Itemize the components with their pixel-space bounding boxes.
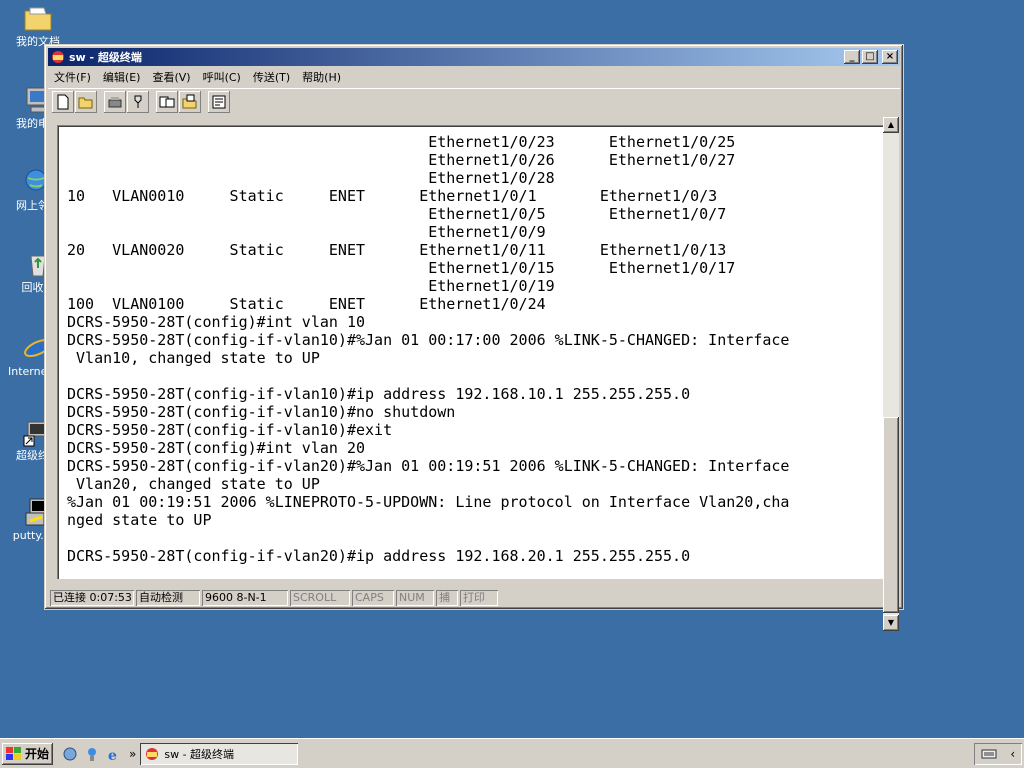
terminal-line: Ethernet1/0/23 Ethernet1/0/25 [67,133,736,151]
terminal-line: nged state to UP [67,511,212,529]
terminal-line: DCRS-5950-28T(config-if-vlan10)#no shutd… [67,403,456,421]
disconnect-icon [134,95,142,108]
status-detect: 自动检测 [136,590,200,606]
minimize-button[interactable]: _ [844,50,860,64]
windows-logo-icon [6,746,21,760]
status-capture: 捕 [436,590,458,606]
toolbar [48,88,900,114]
quicklaunch-desktop[interactable] [59,743,81,765]
hyperterminal-app-icon[interactable] [50,49,66,65]
close-button[interactable]: × [882,50,898,64]
send-file-icon [159,96,175,107]
terminal-line: 20 VLAN0020 Static ENET Ethernet1/0/11 E… [67,241,727,259]
quicklaunch-ie[interactable]: e [103,743,125,765]
terminal-line: DCRS-5950-28T(config-if-vlan10)#exit [67,421,393,439]
terminal-line: DCRS-5950-28T(config)#int vlan 20 [67,439,366,457]
menu-file[interactable]: 文件(F) [48,69,97,85]
tray-expand-icon[interactable]: ‹ [1010,747,1015,761]
scroll-thumb[interactable] [883,417,899,613]
scroll-down-button[interactable]: ▼ [883,615,899,631]
terminal-line: DCRS-5950-28T(config-if-vlan20)#ip addre… [67,547,691,565]
terminal-line: Vlan10, changed state to UP [67,349,320,367]
ie-icon: e [108,748,117,762]
media-icon [88,747,97,761]
quicklaunch-media[interactable] [81,743,103,765]
menu-call[interactable]: 呼叫(C) [197,69,247,85]
terminal-line: DCRS-5950-28T(config-if-vlan10)#%Jan 01 … [67,331,790,349]
start-label: 开始 [25,747,50,761]
terminal-line: Ethernet1/0/5 Ethernet1/0/7 [67,205,727,223]
window-title: sw - 超级终端 [69,51,142,64]
status-port-settings: 9600 8-N-1 [202,590,288,606]
svg-text:e: e [108,748,117,762]
terminal-line: Ethernet1/0/9 [67,223,546,241]
terminal-frame[interactable]: Ethernet1/0/23 Ethernet1/0/25 Ethernet1/… [57,125,885,579]
hyperterminal-window: sw - 超级终端 _ □ × 文件(F) 编辑(E) 查看(V) 呼叫(C) … [44,44,904,631]
quicklaunch-chevron[interactable]: » [129,747,136,761]
new-file-icon [57,94,69,109]
terminal-line: %Jan 01 00:19:51 2006 %LINEPROTO-5-UPDOW… [67,493,790,511]
taskbar-item-label: sw - 超级终端 [164,747,235,761]
open-folder-icon [78,97,93,108]
status-bar: 已连接 0:07:53 自动检测 9600 8-N-1 SCROLL CAPS … [48,588,900,608]
taskbar: 开始 e » sw - 超级终端 ‹ [0,738,1024,768]
status-caps: CAPS [352,590,394,606]
disconnect-button[interactable] [127,91,149,113]
desktop-icon-my-documents[interactable]: 我的文档 [8,2,68,48]
call-button[interactable] [104,91,126,113]
receive-file-icon [182,94,197,108]
start-button[interactable]: 开始 [2,743,53,765]
folder-icon [24,7,52,31]
terminal-line: DCRS-5950-28T(config-if-vlan10)#ip addre… [67,385,691,403]
new-connection-button[interactable] [52,91,74,113]
send-button[interactable] [156,91,178,113]
hyperterminal-app-icon [146,747,159,760]
terminal-output[interactable]: Ethernet1/0/23 Ethernet1/0/25 Ethernet1/… [67,133,881,575]
menu-help[interactable]: 帮助(H) [296,69,347,85]
maximize-button[interactable]: □ [862,50,878,64]
phone-icon [108,96,122,107]
terminal-line: 100 VLAN0100 Static ENET Ethernet1/0/24 [67,295,546,313]
scroll-up-button[interactable]: ▲ [883,117,899,133]
terminal-line: Ethernet1/0/19 [67,277,555,295]
properties-icon [212,95,226,108]
terminal-line: DCRS-5950-28T(config-if-vlan20)#%Jan 01 … [67,457,790,475]
status-connected-time: 已连接 0:07:53 [50,590,134,606]
menu-bar: 文件(F) 编辑(E) 查看(V) 呼叫(C) 传送(T) 帮助(H) [48,67,900,86]
terminal-line: DCRS-5950-28T(config)#int vlan 10 [67,313,366,331]
status-scroll: SCROLL [290,590,350,606]
terminal-line: Ethernet1/0/28 [67,169,555,187]
status-print: 打印 [460,590,498,606]
terminal-line: Ethernet1/0/26 Ethernet1/0/27 [67,151,736,169]
terminal-line: Ethernet1/0/15 Ethernet1/0/17 [67,259,736,277]
menu-edit[interactable]: 编辑(E) [97,69,147,85]
status-num: NUM [396,590,434,606]
menu-transfer[interactable]: 传送(T) [247,69,296,85]
taskbar-item-hyperterminal[interactable]: sw - 超级终端 [140,742,299,765]
vertical-scrollbar[interactable]: ▲ ▼ [883,117,899,631]
terminal-line: Vlan20, changed state to UP [67,475,320,493]
keyboard-icon[interactable] [981,748,997,760]
receive-button[interactable] [179,91,201,113]
window-titlebar[interactable]: sw - 超级终端 _ □ × [48,48,900,66]
properties-button[interactable] [208,91,230,113]
system-tray: ‹ [974,743,1022,765]
menu-view[interactable]: 查看(V) [146,69,196,85]
terminal-line: 10 VLAN0010 Static ENET Ethernet1/0/1 Et… [67,187,718,205]
show-desktop-icon [63,747,77,760]
open-button[interactable] [75,91,97,113]
